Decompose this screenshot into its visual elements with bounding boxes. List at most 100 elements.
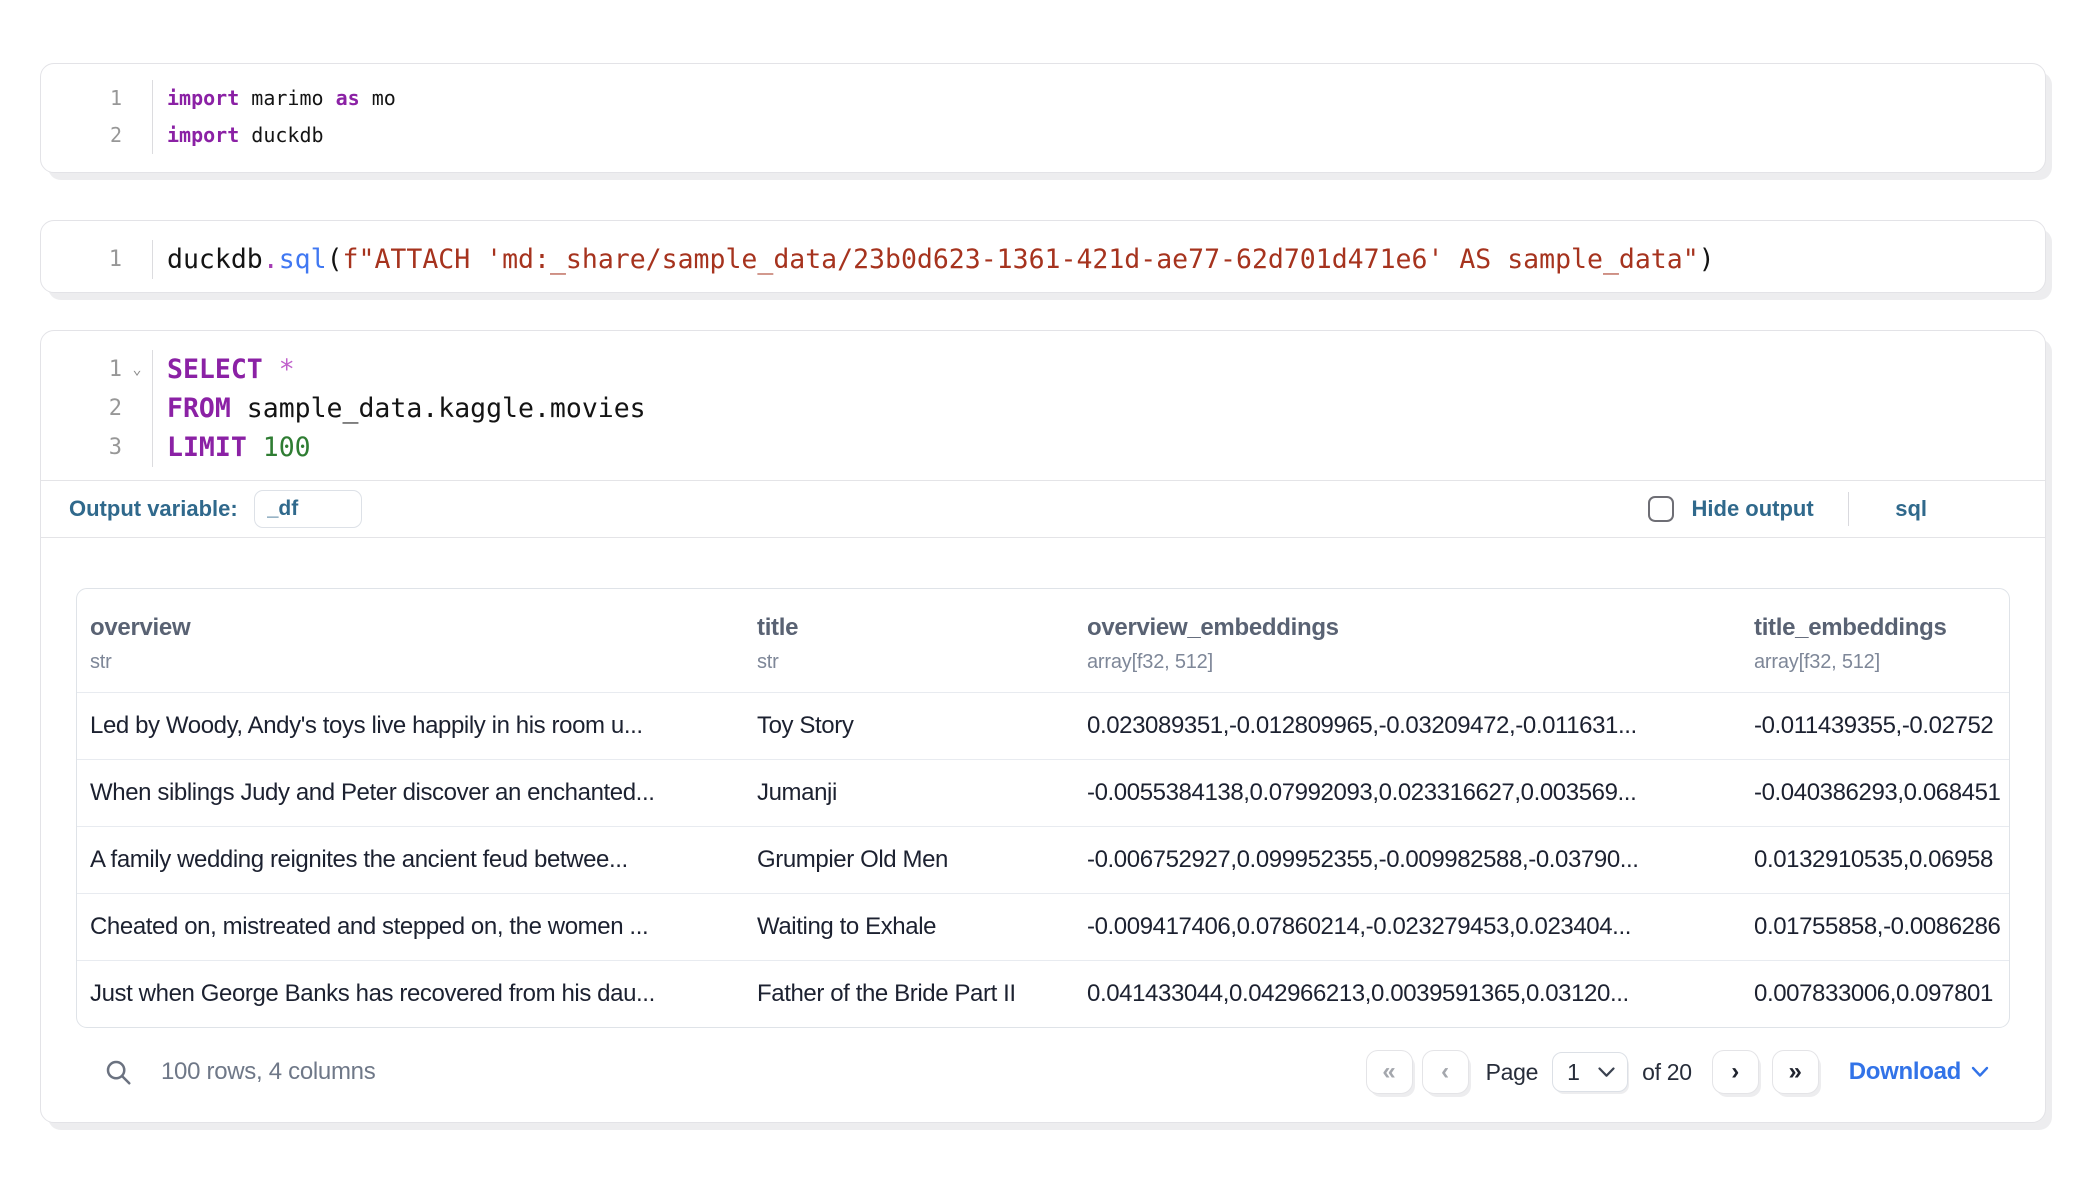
code-token: ( xyxy=(327,244,343,275)
fold-chevron-down-icon[interactable]: ⌄ xyxy=(122,350,152,389)
notebook-cell-imports[interactable]: 12 import marimo as moimport duckdb xyxy=(40,63,2046,173)
table-cell[interactable]: When siblings Judy and Peter discover an… xyxy=(77,760,744,826)
table-cell[interactable]: -0.011439355,-0.02752 xyxy=(1741,693,2009,759)
code-line[interactable]: duckdb.sql(f"ATTACH 'md:_share/sample_da… xyxy=(167,240,2045,279)
code-token: FROM xyxy=(167,393,231,424)
prev-page-button[interactable]: ‹ xyxy=(1422,1050,1469,1094)
language-label-sql[interactable]: sql xyxy=(1895,496,1927,522)
code-line[interactable]: LIMIT 100 xyxy=(167,428,2045,467)
hide-output-label[interactable]: Hide output xyxy=(1692,496,1814,522)
table-cell[interactable]: Led by Woody, Andy's toys live happily i… xyxy=(77,693,744,759)
table-cell[interactable]: -0.009417406,0.07860214,-0.023279453,0.0… xyxy=(1074,894,1741,960)
code-editor[interactable]: 1 duckdb.sql(f"ATTACH 'md:_share/sample_… xyxy=(41,221,2045,292)
page-select[interactable]: 1 xyxy=(1552,1052,1628,1092)
download-label: Download xyxy=(1849,1058,1961,1086)
table-cell[interactable]: -0.040386293,0.068451 xyxy=(1741,760,2009,826)
line-number: 1 xyxy=(41,240,152,279)
code-editor[interactable]: 12 import marimo as moimport duckdb xyxy=(41,64,2045,172)
search-button[interactable] xyxy=(103,1057,133,1087)
hide-output-checkbox[interactable] xyxy=(1648,496,1674,522)
column-header-overview[interactable]: overviewstr xyxy=(77,589,744,692)
table-cell[interactable]: A family wedding reignites the ancient f… xyxy=(77,827,744,893)
row-count-status: 100 rows, 4 columns xyxy=(161,1058,375,1086)
table-cell[interactable]: Grumpier Old Men xyxy=(744,827,1074,893)
table-cell[interactable]: Waiting to Exhale xyxy=(744,894,1074,960)
chevron-down-icon xyxy=(1598,1067,1615,1078)
table-cell[interactable]: -0.006752927,0.099952355,-0.009982588,-0… xyxy=(1074,827,1741,893)
table-row[interactable]: Cheated on, mistreated and stepped on, t… xyxy=(77,893,2009,960)
next-page-button[interactable]: › xyxy=(1712,1050,1759,1094)
code-token: * xyxy=(279,354,295,385)
column-type: str xyxy=(757,651,1064,674)
pagination: « ‹ Page 1 of 20 › » xyxy=(1366,1050,1819,1094)
code-token: . xyxy=(263,244,279,275)
code-token: ) xyxy=(1699,244,1715,275)
line-number: 1 xyxy=(41,80,152,117)
code-content[interactable]: import marimo as moimport duckdb xyxy=(153,80,2045,154)
column-name: overview_embeddings xyxy=(1087,614,1731,642)
code-token: import xyxy=(167,123,239,147)
code-token: marimo xyxy=(239,86,335,110)
code-token: sample_data.kaggle.movies xyxy=(231,393,646,424)
dataframe-table: overviewstrtitlestroverview_embeddingsar… xyxy=(76,588,2010,1028)
table-cell[interactable]: 0.023089351,-0.012809965,-0.03209472,-0.… xyxy=(1074,693,1741,759)
output-variable-label: Output variable: xyxy=(69,496,238,522)
table-cell[interactable]: Just when George Banks has recovered fro… xyxy=(77,961,744,1027)
code-token: SELECT xyxy=(167,354,263,385)
code-token: duckdb xyxy=(239,123,323,147)
line-number: 2 xyxy=(41,389,152,428)
column-header-overview_embeddings[interactable]: overview_embeddingsarray[f32, 512] xyxy=(1074,589,1741,692)
code-token: mo xyxy=(360,86,396,110)
table-footer: 100 rows, 4 columns « ‹ Page 1 of 20 › xyxy=(41,1028,2045,1122)
table-cell[interactable]: 0.0132910535,0.06958 xyxy=(1741,827,2009,893)
line-number-gutter: 1⌄23 xyxy=(41,350,153,467)
chevron-down-icon xyxy=(1971,1066,1989,1078)
table-cell[interactable]: Cheated on, mistreated and stepped on, t… xyxy=(77,894,744,960)
prev-page-icon: ‹ xyxy=(1441,1058,1449,1086)
code-line[interactable]: import marimo as mo xyxy=(167,80,2045,117)
download-button[interactable]: Download xyxy=(1849,1058,1989,1086)
table-cell[interactable]: Toy Story xyxy=(744,693,1074,759)
code-token: as xyxy=(336,86,360,110)
code-token: sql xyxy=(279,244,327,275)
table-cell[interactable]: 0.01755858,-0.0086286 xyxy=(1741,894,2009,960)
page-select-value: 1 xyxy=(1567,1059,1580,1086)
column-name: overview xyxy=(90,614,734,642)
column-header-title[interactable]: titlestr xyxy=(744,589,1074,692)
table-cell[interactable]: 0.041433044,0.042966213,0.0039591365,0.0… xyxy=(1074,961,1741,1027)
sql-cell-toolbar: Output variable: Hide output sql xyxy=(41,480,2045,538)
table-cell[interactable]: Father of the Bride Part II xyxy=(744,961,1074,1027)
code-token: import xyxy=(167,86,239,110)
table-body: Led by Woody, Andy's toys live happily i… xyxy=(77,692,2009,1027)
notebook-cell-attach[interactable]: 1 duckdb.sql(f"ATTACH 'md:_share/sample_… xyxy=(40,220,2046,293)
code-content[interactable]: duckdb.sql(f"ATTACH 'md:_share/sample_da… xyxy=(153,240,2045,279)
code-token: 100 xyxy=(263,432,311,463)
table-row[interactable]: Led by Woody, Andy's toys live happily i… xyxy=(77,692,2009,759)
code-line[interactable]: FROM sample_data.kaggle.movies xyxy=(167,389,2045,428)
column-type: array[f32, 512] xyxy=(1754,651,1999,674)
first-page-icon: « xyxy=(1382,1058,1395,1086)
code-token xyxy=(263,354,279,385)
search-icon xyxy=(103,1057,133,1087)
column-header-title_embeddings[interactable]: title_embeddings array[f32, 512] xyxy=(1741,589,2009,692)
table-row[interactable]: A family wedding reignites the ancient f… xyxy=(77,826,2009,893)
code-line[interactable]: SELECT * xyxy=(167,350,2045,389)
line-number: 3 xyxy=(41,428,152,467)
code-line[interactable]: import duckdb xyxy=(167,117,2045,154)
code-editor[interactable]: 1⌄23 SELECT *FROM sample_data.kaggle.mov… xyxy=(41,331,2045,480)
code-token: LIMIT xyxy=(167,432,247,463)
table-cell[interactable]: 0.007833006,0.097801 xyxy=(1741,961,2009,1027)
first-page-button[interactable]: « xyxy=(1366,1050,1413,1094)
table-cell[interactable]: -0.0055384138,0.07992093,0.023316627,0.0… xyxy=(1074,760,1741,826)
page-label: Page xyxy=(1486,1059,1539,1086)
table-cell[interactable]: Jumanji xyxy=(744,760,1074,826)
table-row[interactable]: Just when George Banks has recovered fro… xyxy=(77,960,2009,1027)
code-token xyxy=(247,432,263,463)
table-row[interactable]: When siblings Judy and Peter discover an… xyxy=(77,759,2009,826)
last-page-button[interactable]: » xyxy=(1772,1050,1819,1094)
output-variable-input[interactable] xyxy=(254,490,362,528)
cell-output: overviewstrtitlestroverview_embeddingsar… xyxy=(41,538,2045,1028)
column-name: title_embeddings xyxy=(1754,614,1999,642)
notebook-cell-sql[interactable]: 1⌄23 SELECT *FROM sample_data.kaggle.mov… xyxy=(40,330,2046,1123)
code-content[interactable]: SELECT *FROM sample_data.kaggle.moviesLI… xyxy=(153,350,2045,467)
